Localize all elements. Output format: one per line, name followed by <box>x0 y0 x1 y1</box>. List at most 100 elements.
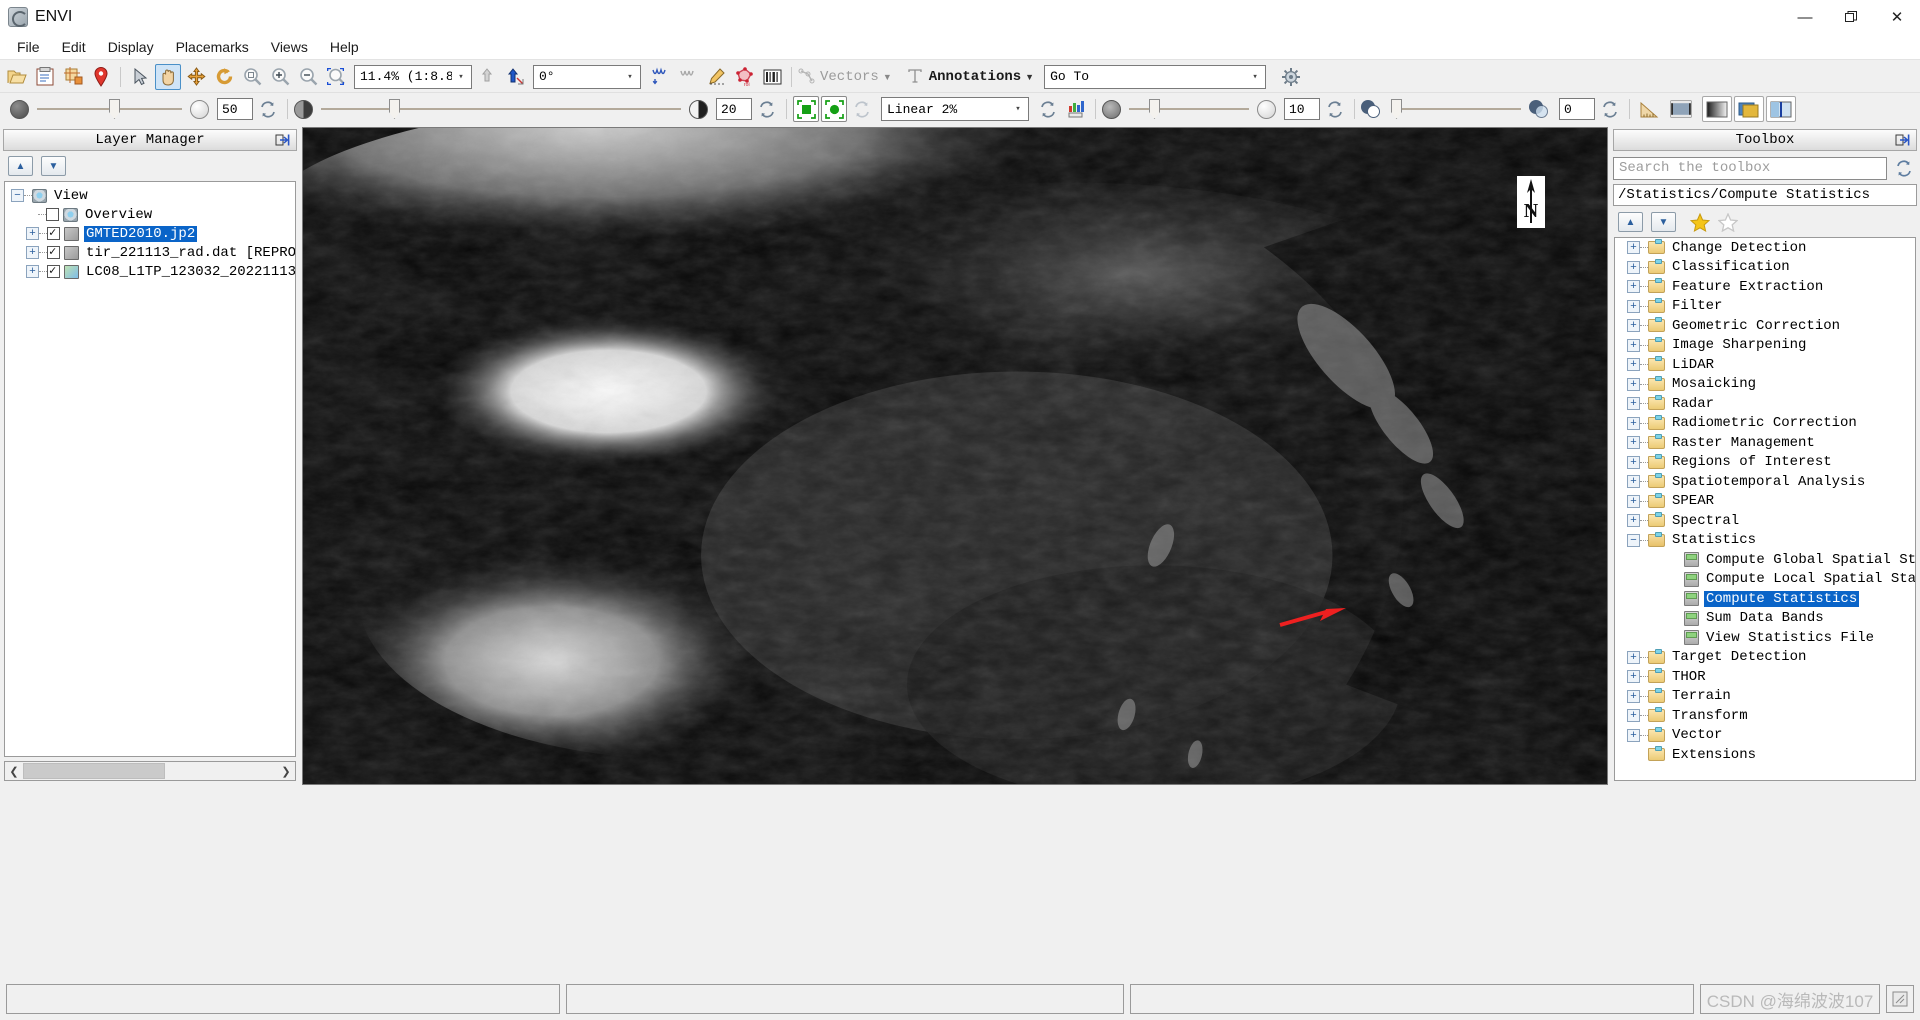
layer-tree-node-tir[interactable]: + tir_221113_rad.dat [REPROJ] <box>5 243 295 262</box>
north-arrow-icon[interactable] <box>502 64 528 90</box>
toolbox-item-filter[interactable]: + Filter <box>1615 297 1915 317</box>
toolbox-item-target-detection[interactable]: + Target Detection <box>1615 648 1915 668</box>
toolbox-item-image-sharpening[interactable]: + Image Sharpening <box>1615 336 1915 356</box>
toolbox-item-spectral[interactable]: + Spectral <box>1615 511 1915 531</box>
toolbox-item-spear[interactable]: + SPEAR <box>1615 492 1915 512</box>
stretch-type-combo[interactable]: Linear 2% ▾ <box>881 97 1029 121</box>
expand-expander-icon[interactable]: + <box>1627 299 1640 313</box>
resize-grip-icon[interactable] <box>1886 985 1914 1013</box>
zoom-out-icon[interactable] <box>295 64 321 90</box>
transparency-slider-thumb[interactable] <box>1391 99 1402 119</box>
paste-icon[interactable] <box>32 64 58 90</box>
expand-expander-icon[interactable]: + <box>26 265 39 278</box>
contrast-value[interactable]: 20 <box>716 98 752 120</box>
toolbox-item-geometric-correction[interactable]: + Geometric Correction <box>1615 316 1915 336</box>
hscroll-thumb[interactable] <box>23 763 165 779</box>
rotate-icon[interactable] <box>211 64 237 90</box>
maximize-restore-button[interactable] <box>1828 0 1874 34</box>
dock-pin-icon[interactable] <box>1894 132 1910 148</box>
zoom-to-fit-icon[interactable] <box>239 64 265 90</box>
move-layer-down-button[interactable]: ▼ <box>41 156 66 176</box>
select-arrow-icon[interactable] <box>127 64 153 90</box>
toolbox-item-vector[interactable]: + Vector <box>1615 726 1915 746</box>
toolbox-item-change-detection[interactable]: + Change Detection <box>1615 238 1915 258</box>
expand-expander-icon[interactable]: + <box>26 246 39 259</box>
menu-file[interactable]: File <box>6 36 51 58</box>
toolbox-tree[interactable]: + Change Detection + Classification + Feature… <box>1614 237 1916 781</box>
layer-tree-node-overview[interactable]: Overview <box>5 205 295 224</box>
vectors-dropdown[interactable]: Vectors ▼ <box>798 68 892 85</box>
brightness-slider[interactable] <box>37 99 182 119</box>
stretch-on-view-icon[interactable] <box>793 96 819 122</box>
pan-hand-icon[interactable] <box>155 63 181 90</box>
expand-expander-icon[interactable]: + <box>1627 670 1640 684</box>
sharpen-slider[interactable] <box>1129 99 1249 119</box>
expand-expander-icon[interactable]: + <box>1627 494 1640 508</box>
up-arrow-grey-icon[interactable] <box>474 64 500 90</box>
expand-expander-icon[interactable]: + <box>1627 689 1640 703</box>
fly-icon[interactable] <box>183 64 209 90</box>
toolbox-item-lidar[interactable]: + LiDAR <box>1615 355 1915 375</box>
star-outline-icon[interactable] <box>1718 212 1738 232</box>
toolbox-move-up-button[interactable]: ▲ <box>1618 212 1643 232</box>
expand-expander-icon[interactable]: + <box>26 227 39 240</box>
brightness-slider-thumb[interactable] <box>109 99 120 119</box>
expand-expander-icon[interactable]: + <box>1627 416 1640 430</box>
minimize-button[interactable]: — <box>1782 0 1828 34</box>
settings-gear-icon[interactable] <box>1278 64 1304 90</box>
expand-expander-icon[interactable]: + <box>1627 377 1640 391</box>
refresh-icon[interactable] <box>1891 155 1917 181</box>
layer-tree-node-view[interactable]: − View <box>5 186 295 205</box>
layer-checkbox-gmted[interactable] <box>47 225 60 240</box>
expand-expander-icon[interactable]: + <box>1627 514 1640 528</box>
collapse-expander-icon[interactable]: − <box>11 189 24 202</box>
menu-edit[interactable]: Edit <box>51 36 97 58</box>
star-filled-icon[interactable] <box>1690 212 1710 232</box>
move-layer-up-button[interactable]: ▲ <box>8 156 33 176</box>
toolbox-item-radar[interactable]: + Radar <box>1615 394 1915 414</box>
reset-contrast-icon[interactable] <box>754 96 780 122</box>
reset-stretch-icon[interactable] <box>849 96 875 122</box>
zoom-level-combo[interactable]: 11.4% (1:8.8) ▾ <box>354 64 472 89</box>
toolbox-item-spatiotemporal-analysis[interactable]: + Spatiotemporal Analysis <box>1615 472 1915 492</box>
toolbox-item-classification[interactable]: + Classification <box>1615 258 1915 278</box>
toolbox-item-extensions[interactable]: Extensions <box>1615 745 1915 765</box>
expand-expander-icon[interactable]: + <box>1627 436 1640 450</box>
flicker-icon[interactable] <box>1734 96 1764 122</box>
expand-expander-icon[interactable]: + <box>1627 319 1640 333</box>
menu-help[interactable]: Help <box>319 36 370 58</box>
toolbox-item-terrain[interactable]: + Terrain <box>1615 687 1915 707</box>
expand-expander-icon[interactable]: + <box>1627 397 1640 411</box>
toolbox-item-compute-statistics[interactable]: Compute Statistics <box>1615 589 1915 609</box>
reset-stretch-2-icon[interactable] <box>1035 96 1061 122</box>
zoom-select-icon[interactable] <box>323 64 349 90</box>
annotations-dropdown[interactable]: Annotations ▼ <box>906 68 1034 85</box>
binary-mask-icon[interactable] <box>759 64 785 90</box>
annotate-pen-icon[interactable] <box>703 64 729 90</box>
expand-expander-icon[interactable]: + <box>1627 709 1640 723</box>
blend-icon[interactable] <box>1702 96 1732 122</box>
reset-sharpen-icon[interactable] <box>1322 96 1348 122</box>
histogram-icon[interactable] <box>1063 96 1089 122</box>
crop-icon[interactable] <box>60 64 86 90</box>
toolbox-item-sum-data-bands[interactable]: Sum Data Bands <box>1615 609 1915 629</box>
toolbox-item-regions-of-interest[interactable]: + Regions of Interest <box>1615 453 1915 473</box>
open-file-icon[interactable] <box>4 64 30 90</box>
reset-transparency-icon[interactable] <box>1597 96 1623 122</box>
expand-expander-icon[interactable]: + <box>1627 358 1640 372</box>
expand-expander-icon[interactable]: + <box>1627 280 1640 294</box>
layer-tree-hscrollbar[interactable]: ❮ ❯ <box>4 761 296 781</box>
toolbox-item-transform[interactable]: + Transform <box>1615 706 1915 726</box>
toolbox-item-compute-local-spatial-statisti[interactable]: Compute Local Spatial Statisti <box>1615 570 1915 590</box>
sharpen-value[interactable]: 10 <box>1284 98 1320 120</box>
scroll-left-icon[interactable]: ❮ <box>5 765 23 778</box>
stretch-on-full-icon[interactable] <box>821 96 847 122</box>
expand-expander-icon[interactable]: + <box>1627 241 1640 255</box>
spectral-profile-icon[interactable] <box>647 64 673 90</box>
toolbox-move-down-button[interactable]: ▼ <box>1651 212 1676 232</box>
expand-expander-icon[interactable]: + <box>1627 728 1640 742</box>
layer-checkbox-lc08[interactable] <box>47 263 60 278</box>
close-button[interactable]: ✕ <box>1874 0 1920 34</box>
toolbox-item-radiometric-correction[interactable]: + Radiometric Correction <box>1615 414 1915 434</box>
rotation-combo[interactable]: 0° ▾ <box>533 64 641 89</box>
